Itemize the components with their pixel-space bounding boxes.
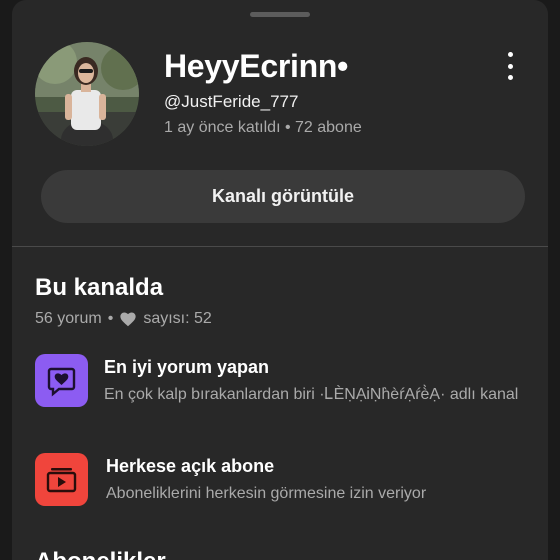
comment-count: 56 yorum: [35, 310, 102, 327]
channel-handle: @JustFeride_777: [164, 92, 299, 111]
view-channel-button[interactable]: Kanalı görüntüle: [41, 170, 525, 223]
divider: [12, 246, 548, 247]
more-options-icon[interactable]: [500, 52, 520, 80]
subscriptions-icon: [35, 453, 88, 506]
badge-title-top-commenter: En iyi yorum yapan: [104, 357, 270, 377]
avatar[interactable]: [35, 42, 139, 146]
channel-stats: 56 yorum • sayısı: 52: [35, 310, 212, 328]
heart-comment-icon: [35, 354, 88, 407]
channel-meta: 1 ay önce katıldı • 72 abone: [164, 119, 362, 136]
heart-count: sayısı: 52: [143, 310, 212, 327]
badge-title-public-subscriber: Herkese açık abone: [106, 456, 275, 476]
heart-icon: [120, 312, 136, 327]
channel-bottom-sheet: HeyyEcrinn• @JustFeride_777 1 ay önce ka…: [12, 0, 548, 560]
drag-handle[interactable]: [250, 12, 310, 17]
badge-desc-public-subscriber: Aboneliklerini herkesin görmesine izin v…: [106, 485, 427, 502]
subscriptions-section-title: Abonelikler: [35, 548, 166, 560]
channel-name: HeyyEcrinn•: [164, 48, 348, 84]
section-title: Bu kanalda: [35, 274, 164, 301]
badge-desc-top-commenter: En çok kalp bırakanlardan biri ·ᏞÈṆẠᎥṆh̀…: [104, 386, 519, 403]
stats-separator: •: [107, 310, 114, 327]
